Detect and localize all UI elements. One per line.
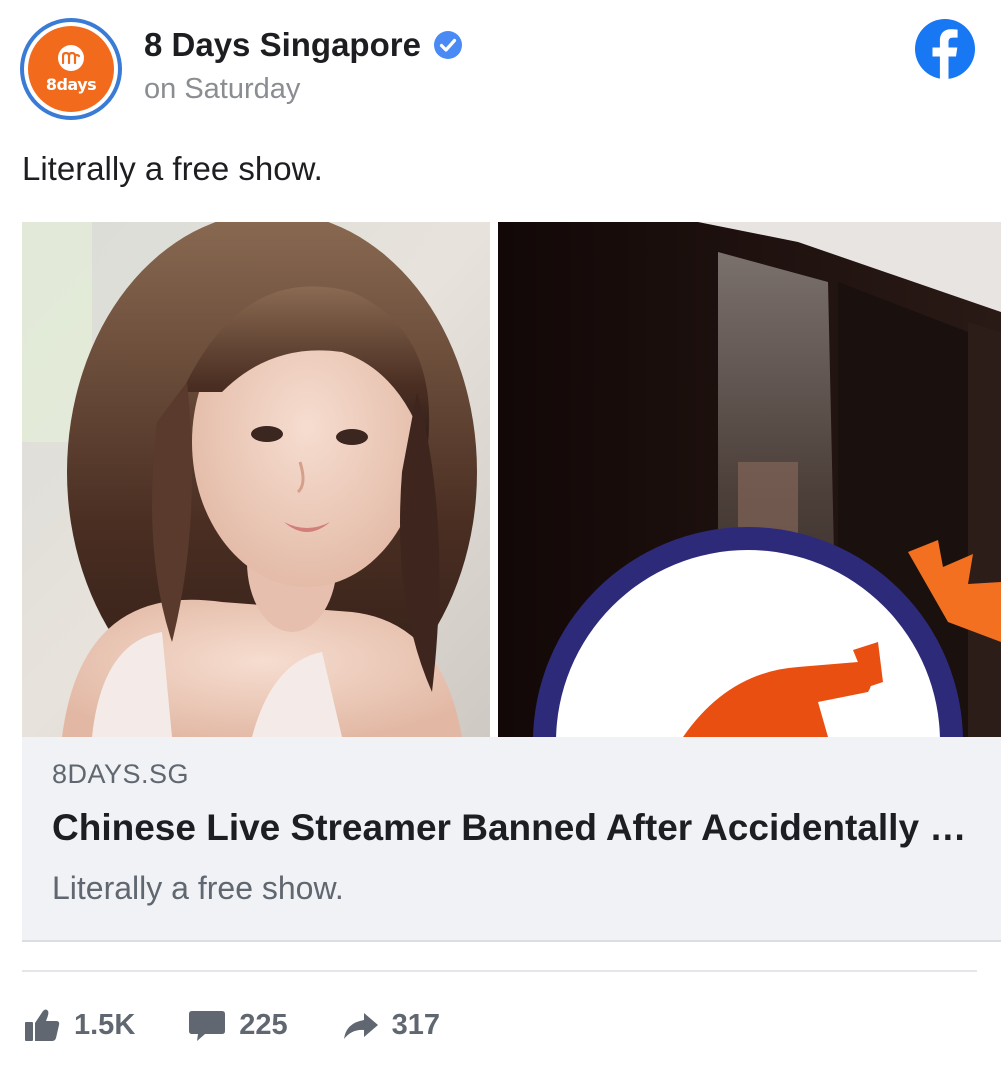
post-actions-bar: 1.5K 225 317 [22, 1000, 492, 1050]
thumbs-up-icon [25, 1009, 60, 1041]
post-timestamp[interactable]: on Saturday [144, 73, 300, 106]
thumbnail-portrait [22, 222, 490, 737]
avatar-logo: 8days [28, 26, 114, 112]
page-name[interactable]: 8 Days Singapore [144, 26, 421, 64]
link-title[interactable]: Chinese Live Streamer Banned After Accid… [52, 807, 972, 849]
verified-badge-icon [433, 31, 462, 59]
link-description: Literally a free show. [52, 870, 344, 906]
comment-button[interactable]: 225 [187, 1005, 288, 1045]
share-arrow-icon [343, 1013, 378, 1039]
avatar-ring: 8days [24, 22, 118, 116]
page-avatar[interactable]: 8days [20, 18, 122, 120]
like-button[interactable]: 1.5K [22, 1005, 135, 1045]
thumbnail-divider [490, 222, 498, 737]
avatar-label: 8days [45, 74, 97, 94]
thumbnail-doorway [498, 222, 1001, 737]
comment-icon [189, 1011, 226, 1041]
link-domain: 8DAYS.SG [52, 759, 190, 789]
comment-count: 225 [239, 1008, 288, 1041]
post-header: 8days 8 Days Singapore on Saturday [20, 18, 980, 120]
link-preview-card[interactable]: 8DAYS.SG Chinese Live Streamer Banned Af… [22, 222, 1001, 942]
post-caption: Literally a free show. [22, 150, 323, 187]
reactions-separator [22, 970, 977, 972]
page-name-row: 8 Days Singapore [144, 26, 463, 64]
link-thumbnail[interactable] [22, 222, 1001, 737]
brand-logo-icon [58, 44, 84, 71]
share-button[interactable]: 317 [340, 1005, 440, 1045]
like-count: 1.5K [74, 1008, 136, 1041]
share-count: 317 [391, 1008, 441, 1041]
facebook-icon[interactable] [914, 18, 976, 80]
